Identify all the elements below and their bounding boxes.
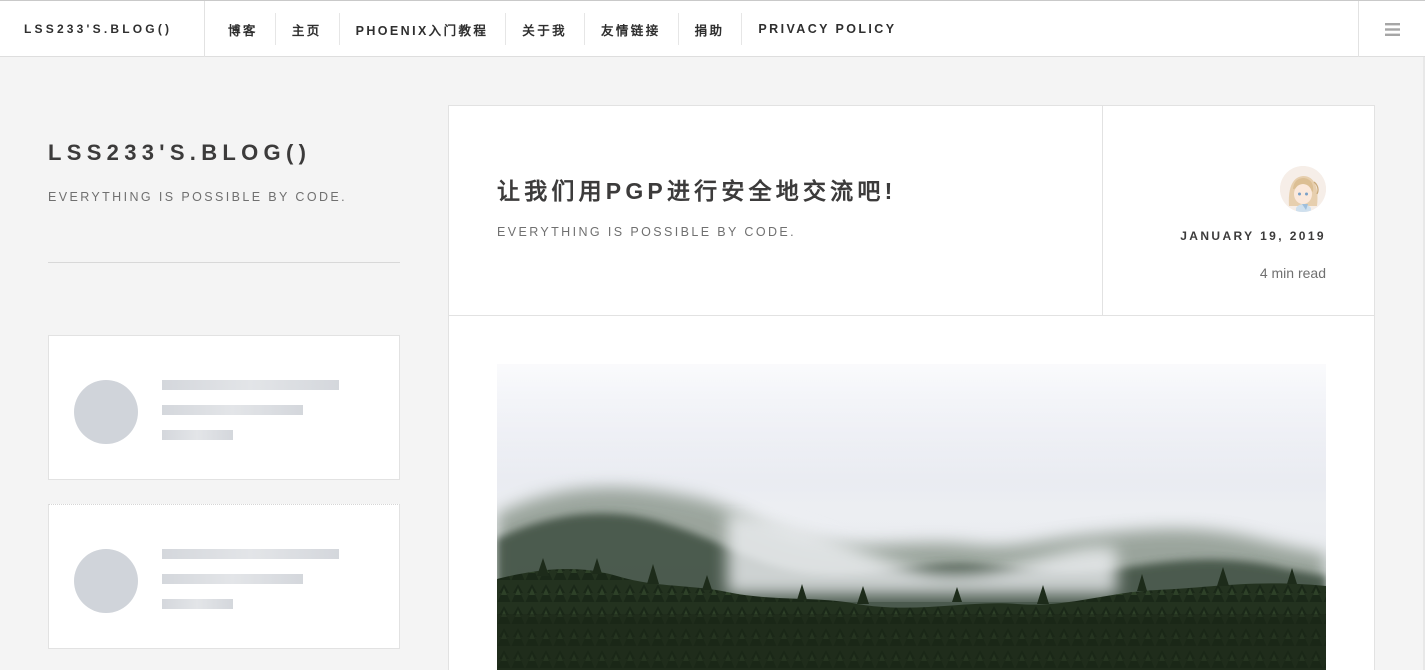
author-avatar[interactable] <box>1280 166 1326 212</box>
nav-link-donate[interactable]: 捐助 <box>677 13 742 45</box>
placeholder-line <box>162 599 233 609</box>
nav-link-home[interactable]: 主页 <box>274 13 339 45</box>
nav-link-blog[interactable]: 博客 <box>205 13 275 45</box>
placeholder-avatar <box>74 549 138 613</box>
placeholder-avatar <box>74 380 138 444</box>
sidebar-subtitle: EVERYTHING IS POSSIBLE BY CODE. <box>48 190 348 204</box>
nav-link-phoenix-tutorial[interactable]: PHOENIX入门教程 <box>338 13 506 45</box>
post-article: 让我们用PGP进行安全地交流吧! EVERYTHING IS POSSIBLE … <box>448 105 1375 670</box>
loading-placeholder-card <box>48 335 400 480</box>
nav-links: 博客 主页 PHOENIX入门教程 关于我 友情链接 捐助 PRIVACY PO… <box>205 1 913 57</box>
placeholder-line <box>162 380 339 390</box>
placeholder-line <box>162 405 303 415</box>
read-time: 4 min read <box>1259 265 1326 281</box>
post-header: 让我们用PGP进行安全地交流吧! EVERYTHING IS POSSIBLE … <box>449 106 1374 316</box>
menu-button[interactable] <box>1358 1 1425 57</box>
post-date: JANUARY 19, 2019 <box>1180 229 1326 243</box>
sidebar-divider <box>48 262 400 263</box>
post-title[interactable]: 让我们用PGP进行安全地交流吧! <box>497 172 896 206</box>
nav-link-privacy-policy[interactable]: PRIVACY POLICY <box>741 13 913 45</box>
post-title-block: 让我们用PGP进行安全地交流吧! EVERYTHING IS POSSIBLE … <box>449 106 1103 316</box>
brand-logo-link[interactable]: LSS233'S.BLOG() <box>0 1 205 57</box>
post-subtitle: EVERYTHING IS POSSIBLE BY CODE. <box>497 225 797 239</box>
sidebar-title: LSS233'S.BLOG() <box>48 140 312 165</box>
placeholder-line <box>162 549 339 559</box>
placeholder-line <box>162 574 303 584</box>
placeholder-line <box>162 430 233 440</box>
top-navigation: LSS233'S.BLOG() 博客 主页 PHOENIX入门教程 关于我 友情… <box>0 0 1425 57</box>
loading-placeholder-card <box>48 504 400 649</box>
hamburger-menu-icon <box>1384 22 1400 36</box>
sidebar-intro: LSS233'S.BLOG() EVERYTHING IS POSSIBLE B… <box>48 138 400 204</box>
post-meta: JANUARY 19, 2019 4 min read <box>1104 106 1374 316</box>
nav-link-about[interactable]: 关于我 <box>505 13 584 45</box>
post-hero-image <box>497 364 1326 670</box>
nav-link-friends[interactable]: 友情链接 <box>584 13 678 45</box>
